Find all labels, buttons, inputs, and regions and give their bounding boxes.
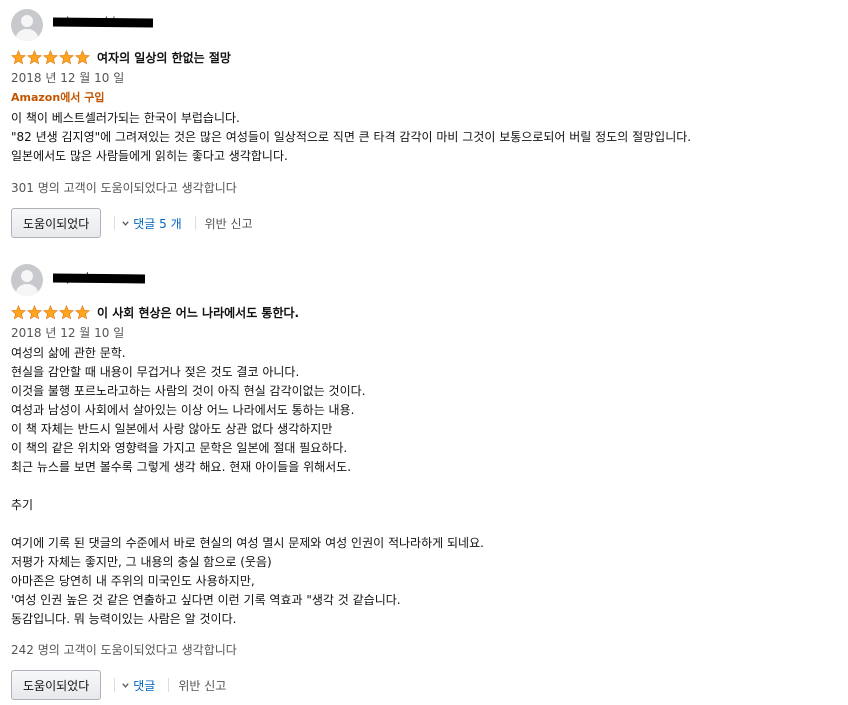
review-date: 2018 년 12 월 10 일 bbox=[11, 326, 125, 340]
star-icon bbox=[75, 304, 90, 320]
comments-link[interactable]: 댓글 bbox=[121, 677, 155, 694]
avatar bbox=[11, 264, 43, 296]
star-rating[interactable] bbox=[11, 49, 90, 65]
star-rating[interactable] bbox=[11, 304, 90, 320]
review-title-row: 이 사회 현상은 어느 나라에서도 통한다. bbox=[11, 303, 299, 321]
helpful-count: 301 명의 고객이 도움이되었다고 생각합니다 bbox=[11, 181, 237, 195]
review-1: ...imacaki 여자의 일상의 한없는 절망 2018 년 12 월 10… bbox=[11, 9, 841, 238]
verified-purchase-badge: Amazon에서 구입 bbox=[11, 91, 105, 104]
divider bbox=[114, 216, 116, 230]
star-icon bbox=[59, 49, 74, 65]
avatar bbox=[11, 9, 43, 41]
review-2: ..quoter .. 이 사회 현상은 어느 나라에서도 통한다. 2018 … bbox=[11, 264, 841, 700]
star-icon bbox=[43, 49, 58, 65]
review-actions: 도움이되었다 댓글 5 개 위반 신고 bbox=[11, 208, 253, 238]
star-icon bbox=[27, 304, 42, 320]
star-icon bbox=[59, 304, 74, 320]
star-icon bbox=[11, 49, 26, 65]
review-body: 여성의 삶에 관한 문학. 현실을 감안할 때 내용이 무겁거나 젖은 것도 결… bbox=[11, 346, 484, 626]
reviewer-profile[interactable]: ...imacaki bbox=[11, 9, 841, 42]
reviewer-profile[interactable]: ..quoter .. bbox=[11, 264, 841, 297]
helpful-count: 242 명의 고객이 도움이되었다고 생각합니다 bbox=[11, 643, 237, 657]
review-actions: 도움이되었다 댓글 위반 신고 bbox=[11, 670, 226, 700]
helpful-button[interactable]: 도움이되었다 bbox=[11, 208, 102, 238]
comments-label: 댓글 5 개 bbox=[133, 216, 182, 231]
comments-label: 댓글 bbox=[133, 678, 156, 693]
review-body: 이 책이 베스트셀러가되는 한국이 부럽습니다. "82 년생 김지영"에 그려… bbox=[11, 111, 692, 163]
divider bbox=[194, 216, 196, 230]
report-abuse-link[interactable]: 위반 신고 bbox=[205, 215, 253, 232]
star-icon bbox=[43, 304, 58, 320]
redaction-bar bbox=[52, 17, 154, 28]
report-abuse-link[interactable]: 위반 신고 bbox=[178, 677, 226, 694]
chevron-down-icon bbox=[122, 682, 129, 688]
chevron-down-icon bbox=[122, 220, 129, 226]
divider bbox=[168, 678, 170, 692]
star-icon bbox=[27, 49, 42, 65]
review-title-row: 여자의 일상의 한없는 절망 bbox=[11, 48, 231, 66]
review-title[interactable]: 여자의 일상의 한없는 절망 bbox=[97, 49, 231, 66]
divider bbox=[114, 678, 116, 692]
review-date: 2018 년 12 월 10 일 bbox=[11, 71, 125, 85]
redaction-bar bbox=[52, 273, 146, 284]
star-icon bbox=[75, 49, 90, 65]
helpful-button[interactable]: 도움이되었다 bbox=[11, 670, 102, 700]
comments-link[interactable]: 댓글 5 개 bbox=[121, 215, 182, 232]
star-icon bbox=[11, 304, 26, 320]
review-title[interactable]: 이 사회 현상은 어느 나라에서도 통한다. bbox=[97, 304, 299, 321]
